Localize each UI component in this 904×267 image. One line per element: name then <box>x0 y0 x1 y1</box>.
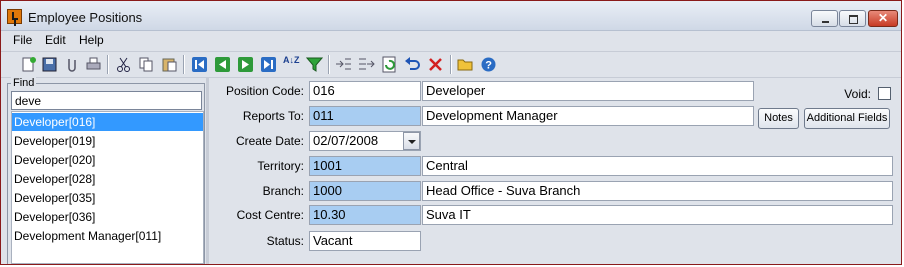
cost-centre-description-field[interactable]: Suva IT <box>422 205 893 225</box>
window-title: Employee Positions <box>28 10 143 25</box>
toolbar-separator <box>328 55 329 74</box>
territory-code-field[interactable]: 1001 <box>309 156 421 176</box>
list-item[interactable]: Developer[020] <box>12 151 203 169</box>
close-button[interactable]: ✕ <box>868 10 898 27</box>
minimize-icon <box>812 11 837 26</box>
toolbar-separator <box>183 55 184 74</box>
svg-text:?: ? <box>485 60 492 72</box>
help-icon[interactable]: ? <box>480 56 497 73</box>
refresh-icon[interactable] <box>381 56 398 73</box>
position-description-field[interactable]: Developer <box>422 81 754 101</box>
position-code-label: Position Code: <box>225 84 304 98</box>
branch-description-field[interactable]: Head Office - Suva Branch <box>422 181 893 201</box>
reports-to-description-field[interactable]: Development Manager <box>422 106 754 126</box>
previous-record-icon[interactable] <box>214 56 231 73</box>
reports-to-code-field[interactable]: 011 <box>309 106 421 126</box>
cut-icon[interactable] <box>115 56 132 73</box>
copy-icon[interactable] <box>138 56 155 73</box>
last-record-icon[interactable] <box>260 56 277 73</box>
employee-positions-window: Employee Positions ✕ File Edit Help A↓Z … <box>0 0 902 265</box>
menu-edit[interactable]: Edit <box>45 33 66 47</box>
attach-icon[interactable] <box>63 56 80 73</box>
first-record-icon[interactable] <box>191 56 208 73</box>
maximize-icon <box>840 11 865 26</box>
find-label: Find <box>11 77 37 89</box>
sort-az-icon[interactable]: A↓Z <box>283 56 300 73</box>
territory-label: Territory: <box>257 159 304 173</box>
menu-bar: File Edit Help <box>1 31 901 50</box>
close-icon: ✕ <box>877 11 889 25</box>
create-date-label: Create Date: <box>235 134 304 148</box>
void-label: Void: <box>844 87 871 101</box>
maximize-button[interactable] <box>839 10 866 27</box>
list-item-label: Developer[028] <box>14 172 96 186</box>
cost-centre-label: Cost Centre: <box>236 208 304 222</box>
list-item-label: Developer[019] <box>14 134 96 148</box>
list-item[interactable]: Developer[016] <box>12 113 203 131</box>
list-item-label: Developer[020] <box>14 153 96 167</box>
open-folder-icon[interactable] <box>457 56 474 73</box>
toolbar-separator <box>107 55 108 74</box>
branch-label: Branch: <box>262 184 304 198</box>
find-input[interactable] <box>11 91 202 110</box>
reports-to-label: Reports To: <box>242 109 304 123</box>
find-results-list[interactable]: Developer[016] Developer[019] Developer[… <box>11 111 204 264</box>
list-item[interactable]: Developer[035] <box>12 189 203 207</box>
title-bar: Employee Positions ✕ <box>1 1 901 31</box>
toolbar-separator <box>450 55 451 74</box>
status-label: Status: <box>266 234 304 248</box>
list-item-label: Developer[036] <box>14 210 96 224</box>
menu-file[interactable]: File <box>13 33 32 47</box>
paste-icon[interactable] <box>161 56 178 73</box>
delete-icon[interactable] <box>427 56 444 73</box>
void-checkbox[interactable] <box>878 87 891 100</box>
list-item-label: Development Manager[011] <box>14 229 162 243</box>
list-item[interactable]: Developer[028] <box>12 170 203 188</box>
indent-icon[interactable] <box>358 56 375 73</box>
position-code-field[interactable]: 016 <box>309 81 421 101</box>
print-icon[interactable] <box>85 56 102 73</box>
new-record-icon[interactable] <box>20 56 37 73</box>
toolbar: A↓Z ? <box>1 51 901 78</box>
branch-code-field[interactable]: 1000 <box>309 181 421 201</box>
notes-button[interactable]: Notes <box>758 108 799 129</box>
menu-help[interactable]: Help <box>79 33 104 47</box>
status-field[interactable]: Vacant <box>309 231 421 251</box>
list-item-label: Developer[035] <box>14 191 96 205</box>
app-logo-icon <box>7 9 22 24</box>
cost-centre-code-field[interactable]: 10.30 <box>309 205 421 225</box>
additional-fields-button[interactable]: Additional Fields <box>804 108 890 129</box>
list-item-label: Developer[016] <box>14 115 96 129</box>
next-record-icon[interactable] <box>237 56 254 73</box>
undo-icon[interactable] <box>404 56 421 73</box>
minimize-button[interactable] <box>811 10 838 27</box>
territory-description-field[interactable]: Central <box>422 156 893 176</box>
chevron-down-icon[interactable] <box>403 132 420 150</box>
outdent-icon[interactable] <box>335 56 352 73</box>
save-icon[interactable] <box>41 56 58 73</box>
list-item[interactable]: Development Manager[011] <box>12 227 203 245</box>
list-item[interactable]: Developer[019] <box>12 132 203 150</box>
list-item[interactable]: Developer[036] <box>12 208 203 226</box>
filter-icon[interactable] <box>305 56 324 73</box>
